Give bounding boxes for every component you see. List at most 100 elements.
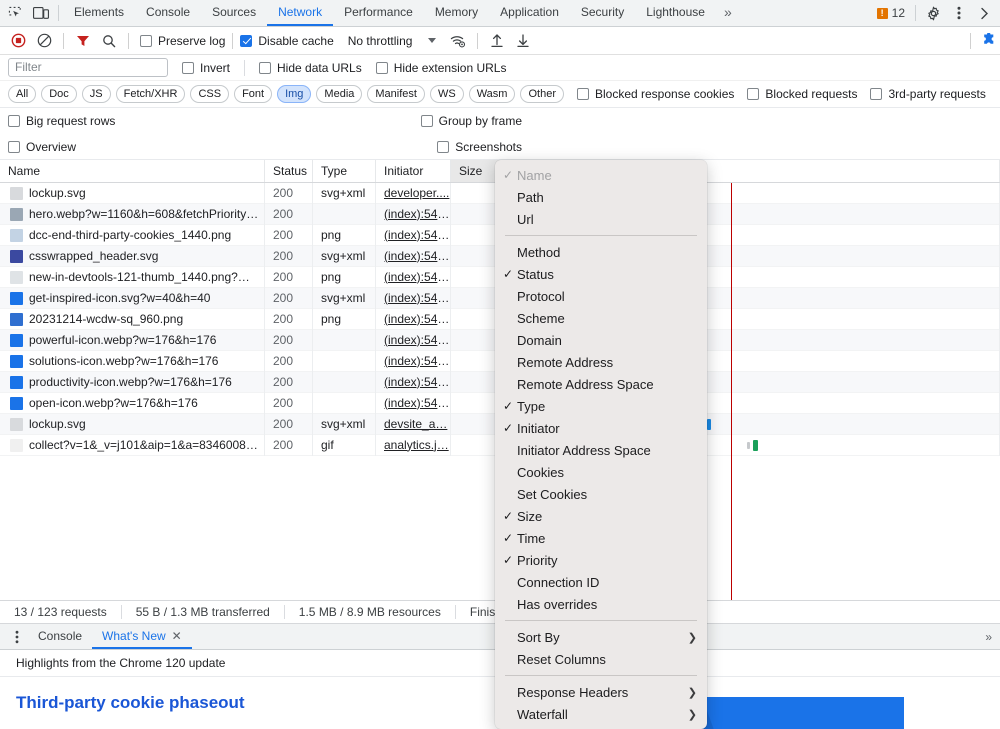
- drawer-expand-chevron-icon[interactable]: »: [985, 630, 1000, 644]
- type-chip-manifest[interactable]: Manifest: [367, 85, 425, 103]
- type-chip-doc[interactable]: Doc: [41, 85, 77, 103]
- hide-data-urls-checkbox[interactable]: Hide data URLs: [259, 61, 362, 75]
- initiator-link[interactable]: (index):5432: [384, 312, 450, 326]
- type-chip-other[interactable]: Other: [520, 85, 564, 103]
- initiator-link[interactable]: (index):5432: [384, 375, 450, 389]
- menu-item-remote-address[interactable]: Remote Address: [495, 351, 707, 373]
- tab-performance[interactable]: Performance: [333, 0, 424, 26]
- preserve-log-checkbox[interactable]: Preserve log: [140, 34, 225, 48]
- type-chip-wasm[interactable]: Wasm: [468, 85, 516, 103]
- big-request-rows-checkbox[interactable]: Big request rows: [8, 114, 115, 128]
- filter-input[interactable]: Filter: [8, 58, 168, 77]
- throttling-select[interactable]: No throttling: [344, 34, 413, 48]
- menu-item-time[interactable]: ✓ Time: [495, 527, 707, 549]
- initiator-link[interactable]: (index):5432: [384, 249, 450, 263]
- inspect-element-icon[interactable]: [2, 1, 28, 26]
- group-by-frame-checkbox[interactable]: Group by frame: [420, 114, 522, 128]
- initiator-link[interactable]: (index):5432: [384, 207, 450, 221]
- menu-item-waterfall[interactable]: Waterfall ❯: [495, 703, 707, 725]
- third-party-requests-checkbox[interactable]: 3rd-party requests: [870, 87, 986, 101]
- screenshots-checkbox[interactable]: Screenshots: [437, 140, 522, 154]
- tab-lighthouse[interactable]: Lighthouse: [635, 0, 716, 26]
- cell-type: svg+xml: [313, 413, 376, 435]
- menu-item-scheme[interactable]: Scheme: [495, 307, 707, 329]
- initiator-link[interactable]: developer....: [384, 186, 449, 200]
- menu-item-set-cookies[interactable]: Set Cookies: [495, 483, 707, 505]
- menu-item-method[interactable]: Method: [495, 241, 707, 263]
- tab-sources[interactable]: Sources: [201, 0, 267, 26]
- menu-item-priority[interactable]: ✓ Priority: [495, 549, 707, 571]
- initiator-link[interactable]: devsite_a…: [384, 417, 447, 431]
- clear-network-log-icon[interactable]: [32, 29, 56, 53]
- device-toolbar-icon[interactable]: [28, 1, 54, 26]
- initiator-link[interactable]: (index):5432: [384, 291, 450, 305]
- initiator-link[interactable]: (index):5432: [384, 354, 450, 368]
- type-chip-all[interactable]: All: [8, 85, 37, 103]
- column-header-size[interactable]: Size: [451, 160, 501, 182]
- invert-checkbox[interactable]: Invert: [182, 61, 230, 75]
- close-icon[interactable]: ✕: [172, 629, 182, 643]
- type-chip-js[interactable]: JS: [81, 85, 111, 103]
- menu-item-label: Protocol: [517, 288, 565, 304]
- menu-item-sort-by[interactable]: Sort By ❯: [495, 626, 707, 648]
- type-chip-css[interactable]: CSS: [190, 85, 230, 103]
- tab-security[interactable]: Security: [570, 0, 635, 26]
- disable-cache-checkbox[interactable]: Disable cache: [240, 34, 334, 48]
- menu-item-reset-columns[interactable]: Reset Columns: [495, 648, 707, 670]
- close-devtools-icon[interactable]: [972, 1, 998, 26]
- initiator-link[interactable]: (index):5432: [384, 333, 450, 347]
- type-chip-fetch-xhr[interactable]: Fetch/XHR: [115, 85, 186, 103]
- type-chip-font[interactable]: Font: [234, 85, 273, 103]
- menu-item-initiator-address-space[interactable]: Initiator Address Space: [495, 439, 707, 461]
- menu-item-status[interactable]: ✓ Status: [495, 263, 707, 285]
- menu-item-has-overrides[interactable]: Has overrides: [495, 593, 707, 615]
- export-har-icon[interactable]: [511, 29, 535, 53]
- gear-icon[interactable]: [920, 1, 946, 26]
- blocked-response-cookies-checkbox[interactable]: Blocked response cookies: [576, 87, 734, 101]
- type-chip-media[interactable]: Media: [316, 85, 363, 103]
- initiator-link[interactable]: (index):5432: [384, 228, 450, 242]
- drawer-tab-console[interactable]: Console: [28, 624, 92, 649]
- menu-item-url[interactable]: Url: [495, 208, 707, 230]
- search-icon[interactable]: [97, 29, 121, 53]
- overview-checkbox[interactable]: Overview: [8, 140, 76, 154]
- blocked-requests-checkbox[interactable]: Blocked requests: [747, 87, 857, 101]
- filter-funnel-icon[interactable]: [71, 29, 95, 53]
- menu-item-domain[interactable]: Domain: [495, 329, 707, 351]
- menu-item-connection-id[interactable]: Connection ID: [495, 571, 707, 593]
- type-chip-img[interactable]: Img: [277, 85, 312, 103]
- drawer-tab-whats-new[interactable]: What's New ✕: [92, 624, 192, 649]
- whats-new-article-title[interactable]: Third-party cookie phaseout: [16, 693, 245, 713]
- type-chip-ws[interactable]: WS: [429, 85, 464, 103]
- column-header-status[interactable]: Status: [265, 160, 313, 182]
- hide-extension-urls-checkbox[interactable]: Hide extension URLs: [375, 61, 506, 75]
- import-har-icon[interactable]: [485, 29, 509, 53]
- menu-item-initiator[interactable]: ✓ Initiator: [495, 417, 707, 439]
- three-dots-vertical-icon[interactable]: [946, 1, 972, 26]
- tab-network[interactable]: Network: [267, 0, 334, 26]
- extension-puzzle-icon[interactable]: [976, 29, 1000, 53]
- tab-memory[interactable]: Memory: [424, 0, 489, 26]
- menu-item-cookies[interactable]: Cookies: [495, 461, 707, 483]
- menu-item-remote-address-space[interactable]: Remote Address Space: [495, 373, 707, 395]
- column-header-initiator[interactable]: Initiator: [376, 160, 451, 182]
- network-conditions-wifi-icon[interactable]: [446, 29, 470, 53]
- menu-item-protocol[interactable]: Protocol: [495, 285, 707, 307]
- initiator-link[interactable]: analytics.j…: [384, 438, 449, 452]
- tab-console[interactable]: Console: [135, 0, 201, 26]
- column-header-type[interactable]: Type: [313, 160, 376, 182]
- drawer-more-icon[interactable]: [6, 630, 28, 644]
- column-header-name[interactable]: Name: [0, 160, 265, 182]
- chevron-down-icon[interactable]: [420, 29, 444, 53]
- menu-item-response-headers[interactable]: Response Headers ❯: [495, 681, 707, 703]
- error-count-badge[interactable]: ! 12: [871, 6, 911, 20]
- menu-item-size[interactable]: ✓ Size: [495, 505, 707, 527]
- initiator-link[interactable]: (index):5432: [384, 270, 450, 284]
- tab-application[interactable]: Application: [489, 0, 570, 26]
- menu-item-path[interactable]: Path: [495, 186, 707, 208]
- record-stop-icon[interactable]: [6, 29, 30, 53]
- tab-elements[interactable]: Elements: [63, 0, 135, 26]
- menu-item-type[interactable]: ✓ Type: [495, 395, 707, 417]
- initiator-link[interactable]: (index):5432: [384, 396, 450, 410]
- more-tabs-chevron-icon[interactable]: »: [716, 0, 740, 26]
